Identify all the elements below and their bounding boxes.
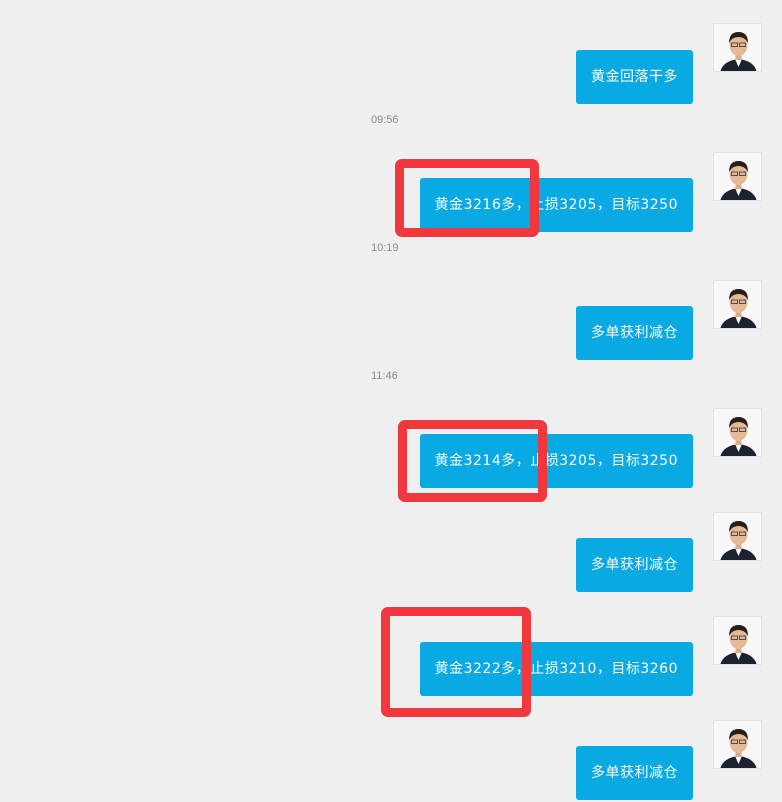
avatar[interactable] (713, 152, 762, 201)
user-avatar-icon (714, 513, 761, 560)
avatar[interactable] (713, 280, 762, 329)
user-avatar-icon (714, 281, 761, 328)
user-avatar-icon (714, 721, 761, 768)
message-bubble[interactable]: 黄金回落干多 (576, 50, 693, 104)
avatar[interactable] (713, 408, 762, 457)
message-bubble[interactable]: 多单获利减仓 (576, 538, 693, 592)
message-bubble[interactable]: 多单获利减仓 (576, 306, 693, 360)
user-avatar-icon (714, 409, 761, 456)
user-avatar-icon (714, 617, 761, 664)
avatar[interactable] (713, 23, 762, 72)
highlight-box (381, 607, 531, 717)
message-timestamp: 11:46 (371, 370, 398, 382)
message-timestamp: 10:19 (371, 242, 399, 254)
avatar[interactable] (713, 616, 762, 665)
message-bubble[interactable]: 多单获利减仓 (576, 746, 693, 800)
highlight-box (398, 420, 547, 502)
user-avatar-icon (714, 24, 761, 71)
avatar[interactable] (713, 720, 762, 769)
message-timestamp: 09:56 (371, 114, 399, 126)
user-avatar-icon (714, 153, 761, 200)
chat-conversation: 黄金回落干多 09:56 黄金3216多，止损3205，目标3250 10:19 (0, 0, 782, 802)
avatar[interactable] (713, 512, 762, 561)
highlight-box (395, 159, 539, 237)
